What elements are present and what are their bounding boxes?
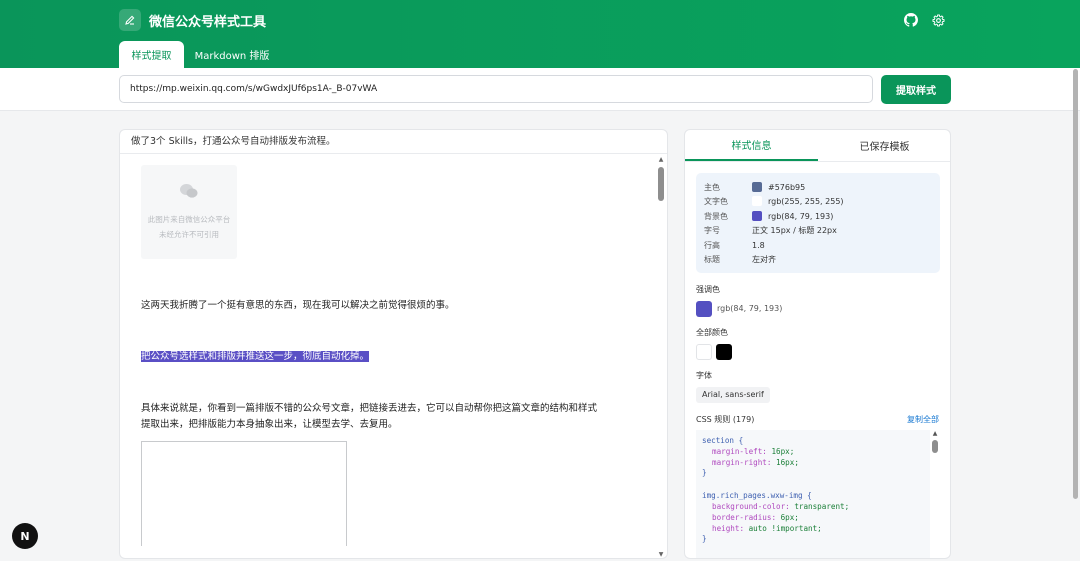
css-rules-label: CSS 规则 (179) [696, 415, 755, 424]
info-value: 正文 15px / 标题 22px [752, 225, 837, 235]
accent-color-label: 强调色 [696, 285, 720, 294]
app-header: 微信公众号样式工具 样式提取 Markdown 排版 [0, 0, 1080, 68]
tab-style-extract[interactable]: 样式提取 [119, 41, 184, 68]
selected-text: 把公众号选样式和排版并推送这一步，彻底自动化掉。 [141, 351, 370, 362]
copy-all-button[interactable]: 复制全部 [907, 414, 939, 425]
image-placeholder: 此图片来自微信公众平台 未经允许不可引用 [141, 165, 237, 259]
app-title: 微信公众号样式工具 [149, 15, 267, 30]
info-key: 行高 [704, 240, 720, 250]
css-property: background-color [712, 501, 786, 511]
css-selector: img.rich_pages.wxw-img { [702, 491, 812, 501]
css-declaration: height: auto !important; [712, 523, 822, 533]
next-dev-badge[interactable]: N [12, 523, 38, 549]
style-info-panel: 样式信息 已保存模板 主色 #576b95 文字色 rgb(255, 255, … [684, 129, 951, 559]
css-declaration: margin-left: 16px; [712, 446, 795, 456]
code-scroll-thumb[interactable] [932, 440, 938, 453]
info-key: 标题 [704, 254, 720, 264]
info-row-primary-color: 主色 #576b95 [704, 180, 805, 194]
image-placeholder-line-1: 此图片来自微信公众平台 [147, 214, 231, 224]
css-rule: img.rich_pages.wxw-img { background-colo… [702, 491, 924, 545]
extract-style-button[interactable]: 提取样式 [881, 75, 951, 104]
info-value: 左对齐 [752, 254, 776, 264]
info-value: #576b95 [768, 182, 806, 192]
tab-saved-templates[interactable]: 已保存模板 [818, 130, 950, 161]
accent-color-swatch[interactable] [696, 301, 712, 317]
css-declaration: border-radius: 6px; [712, 512, 799, 522]
scroll-down-arrow-icon[interactable]: ▼ [657, 551, 665, 558]
info-row-heading: 标题 左对齐 [704, 252, 776, 266]
article-paragraph-3: 具体来说就是，你看到一篇排版不错的公众号文章，把链接丢进去，它可以自动帮你把这篇… [141, 401, 641, 433]
font-chip: Arial, sans-serif [696, 387, 770, 403]
info-key: 文字色 [704, 196, 728, 206]
css-value: 16px; [771, 446, 795, 456]
css-value: transparent; [794, 501, 850, 511]
accent-color-value: rgb(84, 79, 193) [717, 304, 783, 313]
css-close-brace: } [702, 468, 707, 478]
edit-icon [119, 9, 141, 31]
info-row-background-color: 背景色 rgb(84, 79, 193) [704, 209, 833, 223]
article-title: 做了3个 Skills，打通公众号自动排版发布流程。 [120, 130, 667, 154]
info-key: 背景色 [704, 211, 728, 221]
page-scrollbar[interactable] [1071, 68, 1080, 561]
css-declaration: background-color: transparent; [712, 501, 850, 511]
embedded-image-frame [141, 441, 347, 546]
url-input[interactable]: https://mp.weixin.qq.com/s/wGwdxJUf6ps1A… [119, 75, 873, 103]
css-property: height [712, 523, 740, 533]
style-summary-box: 主色 #576b95 文字色 rgb(255, 255, 255) 背景色 rg… [696, 173, 940, 273]
css-rule: section { margin-left: 16px; margin-righ… [702, 436, 924, 479]
info-row-text-color: 文字色 rgb(255, 255, 255) [704, 194, 844, 208]
wechat-icon [179, 183, 199, 204]
css-value: 16px; [776, 457, 799, 467]
css-selector: section { [702, 436, 744, 445]
css-value: 6px; [780, 512, 799, 522]
color-swatch-white[interactable] [696, 344, 712, 360]
page-scroll-thumb[interactable] [1073, 69, 1078, 499]
color-swatch [752, 182, 762, 192]
scroll-up-arrow-icon[interactable]: ▲ [657, 156, 665, 163]
info-row-line-height: 行高 1.8 [704, 238, 765, 252]
scroll-up-arrow-icon[interactable]: ▲ [931, 430, 939, 437]
info-value: rgb(255, 255, 255) [768, 196, 844, 206]
article-preview-panel: 做了3个 Skills，打通公众号自动排版发布流程。 此图片来自微信公众平台 未… [119, 129, 668, 559]
article-paragraph-3-line-2: 提取出来，把排版能力本身抽象出来，让模型去学、去复用。 [141, 419, 398, 430]
gear-icon[interactable] [930, 12, 946, 28]
article-paragraph-highlighted: 把公众号选样式和排版并推送这一步，彻底自动化掉。 [141, 349, 641, 365]
article-paragraph-1: 这两天我折腾了一个挺有意思的东西，现在我可以解决之前觉得很烦的事。 [141, 300, 455, 311]
tab-style-info[interactable]: 样式信息 [685, 130, 818, 161]
css-property: margin-right [712, 457, 767, 467]
article-paragraph-3-line-1: 具体来说就是，你看到一篇排版不错的公众号文章，把链接丢进去，它可以自动帮你把这篇… [141, 403, 598, 414]
css-value: auto !important; [748, 523, 822, 533]
css-declaration: margin-right: 16px; [712, 457, 799, 467]
font-label: 字体 [696, 371, 712, 380]
info-value: 1.8 [752, 240, 765, 250]
color-swatch-black[interactable] [716, 344, 732, 360]
tab-markdown-layout[interactable]: Markdown 排版 [191, 41, 273, 68]
css-code-block: section { margin-left: 16px; margin-righ… [696, 430, 930, 558]
info-value: rgb(84, 79, 193) [768, 211, 834, 221]
image-placeholder-line-2: 未经允许不可引用 [159, 229, 219, 239]
info-row-font-size: 字号 正文 15px / 标题 22px [704, 223, 837, 237]
article-scroll-thumb[interactable] [658, 167, 664, 201]
css-property: margin-left [712, 446, 763, 456]
url-bar: https://mp.weixin.qq.com/s/wGwdxJUf6ps1A… [0, 68, 1080, 111]
css-close-brace: } [702, 534, 707, 544]
color-swatch [752, 196, 762, 206]
color-swatch [752, 211, 762, 221]
css-property: border-radius [712, 512, 772, 522]
info-key: 字号 [704, 225, 720, 235]
info-key: 主色 [704, 182, 720, 192]
github-icon[interactable] [903, 12, 919, 28]
all-colors-label: 全部颜色 [696, 328, 728, 337]
tab-divider [685, 161, 950, 162]
code-scrollbar[interactable]: ▲ [931, 430, 939, 558]
article-scrollbar[interactable]: ▲ ▼ [657, 156, 665, 558]
